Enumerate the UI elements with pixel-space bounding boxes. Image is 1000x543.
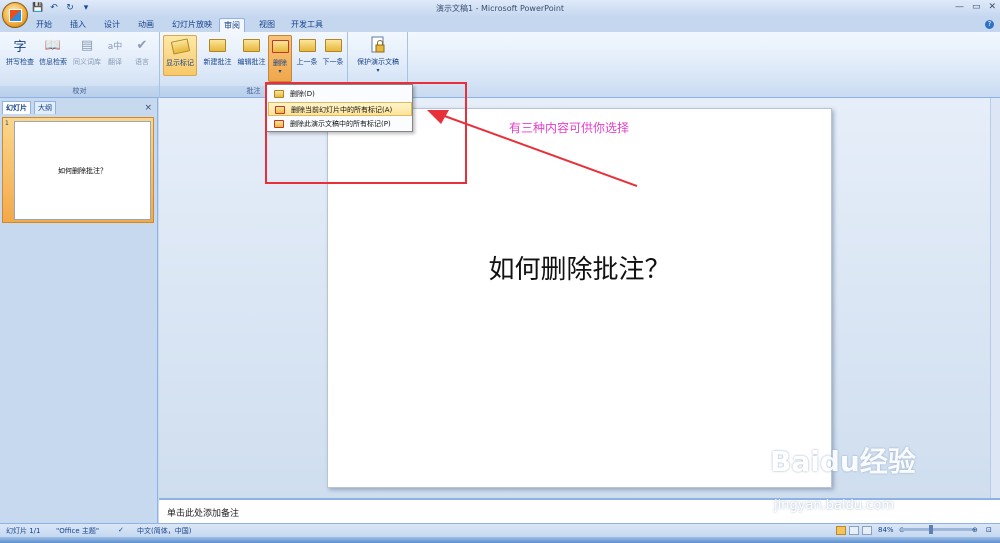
zoom-in-icon[interactable]: ⊕ (972, 526, 978, 534)
translate-button[interactable]: a中 翻译 (104, 35, 126, 67)
group-label-proofing: 校对 (0, 86, 159, 97)
chevron-down-icon: ▾ (278, 68, 282, 75)
zoom-slider[interactable] (900, 525, 974, 534)
delete-comment-icon (270, 36, 290, 56)
vertical-scrollbar[interactable] (990, 98, 1000, 498)
slide-number: 1 (5, 120, 9, 127)
tab-slides[interactable]: 幻灯片 (2, 101, 31, 114)
language-button[interactable]: ✔ 语言 (130, 35, 154, 67)
minimize-button[interactable]: — (955, 2, 964, 12)
window-title: 演示文稿1 - Microsoft PowerPoint (435, 4, 565, 13)
notes-placeholder: 单击此处添加备注 (167, 509, 240, 519)
translate-icon: a中 (107, 41, 123, 52)
show-markup-icon (170, 36, 190, 56)
edit-comment-button[interactable]: 编辑批注 (235, 35, 268, 67)
maximize-button[interactable]: ▭ (972, 2, 981, 12)
tab-review[interactable]: 审阅 (219, 18, 245, 32)
language-status: 中文(简体，中国) (137, 527, 192, 535)
delete-comment-button[interactable]: 删除 ▾ (268, 35, 292, 82)
tab-view[interactable]: 视图 (255, 18, 279, 32)
slide-count: 幻灯片 1/1 (6, 527, 41, 535)
slide-sorter-icon[interactable] (849, 526, 859, 535)
slide-title[interactable]: 如何删除批注？ (328, 249, 831, 286)
new-comment-icon (208, 35, 228, 55)
help-icon[interactable]: ? (985, 20, 994, 29)
normal-view-icon[interactable] (836, 526, 846, 535)
slides-pane-tabs: 幻灯片 大纲 × (0, 101, 158, 114)
watermark-url: jingyan.baidu.com (774, 498, 894, 513)
lock-document-icon (368, 35, 388, 55)
next-comment-icon (323, 35, 343, 55)
fit-window-icon[interactable]: ⊡ (986, 526, 992, 534)
ribbon: 字 拼写检查 📖 信息检索 ▤ 同义词库 a中 翻译 ✔ 语言 校对 显示标记 … (0, 32, 1000, 98)
research-button[interactable]: 📖 信息检索 (37, 35, 69, 67)
thumbnail-title: 如何删除批注？ (58, 166, 107, 175)
spell-status-icon: ✓ (118, 526, 124, 534)
ribbon-tabs: 开始 插入 设计 动画 幻灯片放映 审阅 视图 开发工具 ? (0, 17, 1000, 32)
tab-animation[interactable]: 动画 (134, 18, 158, 32)
office-logo-icon (8, 8, 22, 22)
window-controls: — ▭ ✕ (955, 2, 996, 12)
taskbar (0, 537, 1000, 543)
theme-name: "Office 主题" (56, 527, 100, 535)
group-proofing: 字 拼写检查 📖 信息检索 ▤ 同义词库 a中 翻译 ✔ 语言 校对 (0, 32, 160, 98)
previous-comment-button[interactable]: 上一条 (294, 35, 320, 67)
zoom-slider-thumb[interactable] (929, 525, 933, 534)
spell-check-icon: 字 (13, 39, 27, 55)
tab-home[interactable]: 开始 (32, 18, 56, 32)
thesaurus-button[interactable]: ▤ 同义词库 (71, 35, 103, 67)
spell-check-button[interactable]: 字 拼写检查 (4, 35, 36, 67)
annotation-text: 有三种内容可供你选择 (509, 121, 630, 135)
tab-insert[interactable]: 插入 (66, 18, 90, 32)
next-comment-button[interactable]: 下一条 (320, 35, 346, 67)
slide-thumbnail-selected[interactable]: 1 如何删除批注？ (2, 117, 154, 223)
slideshow-view-icon[interactable] (862, 526, 872, 535)
tab-design[interactable]: 设计 (100, 18, 124, 32)
slides-pane: 幻灯片 大纲 × 1 如何删除批注？ (0, 98, 158, 523)
tab-developer[interactable]: 开发工具 (287, 18, 327, 32)
tab-slideshow[interactable]: 幻灯片放映 (168, 18, 216, 32)
thesaurus-icon: ▤ (80, 37, 94, 53)
tab-outline[interactable]: 大纲 (34, 101, 56, 114)
research-icon: 📖 (44, 37, 62, 53)
edit-comment-icon (242, 35, 262, 55)
previous-comment-icon (297, 35, 317, 55)
baidu-watermark: Baidu经验 jingyan.baidu.com (770, 440, 916, 513)
office-button[interactable] (2, 2, 28, 28)
protect-presentation-button[interactable]: 保护演示文稿 ▾ (352, 35, 404, 74)
chevron-down-icon: ▾ (376, 67, 380, 74)
slide-thumbnail: 如何删除批注？ (14, 121, 151, 220)
title-bar: 💾 ↶ ↻ ▾ 演示文稿1 - Microsoft PowerPoint — ▭… (0, 0, 1000, 17)
show-markup-button[interactable]: 显示标记 (163, 35, 197, 76)
close-icon[interactable]: × (144, 103, 152, 113)
new-comment-button[interactable]: 新建批注 (201, 35, 234, 67)
status-bar: 幻灯片 1/1 "Office 主题" ✓ 中文(简体，中国) 84% ⊖ ⊕ … (0, 523, 1000, 537)
language-icon: ✔ (136, 37, 148, 53)
close-button[interactable]: ✕ (988, 2, 996, 12)
zoom-level[interactable]: 84% (878, 526, 894, 534)
watermark-brand: Baidu经验 (770, 445, 916, 478)
